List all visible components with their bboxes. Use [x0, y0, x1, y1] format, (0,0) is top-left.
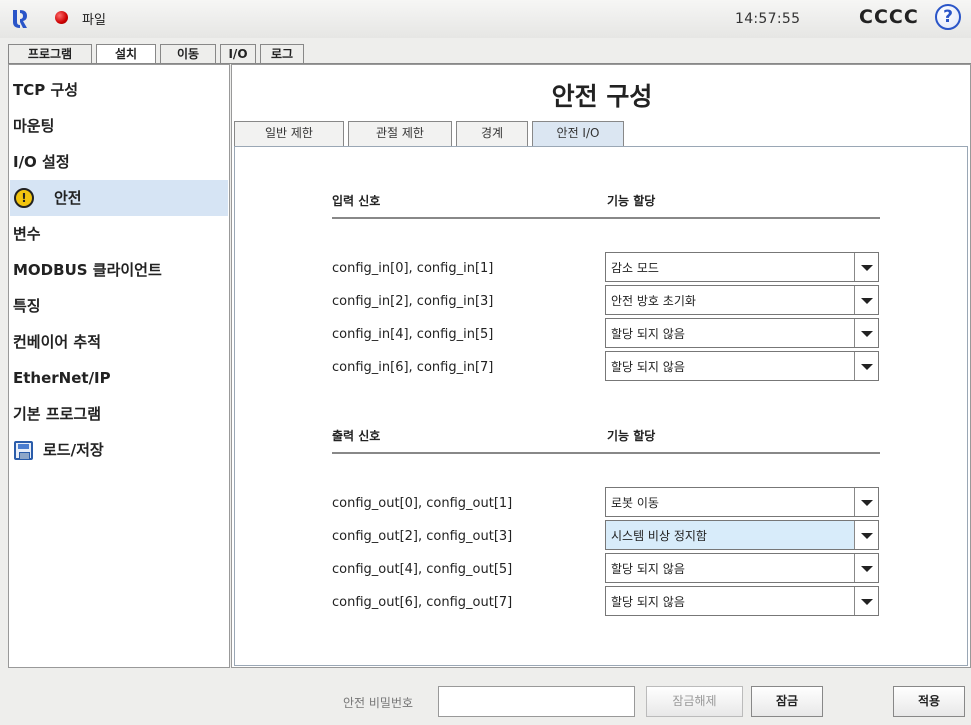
input-function-dropdown[interactable]: 감소 모드	[605, 252, 879, 282]
output-function-dropdown[interactable]: 할당 되지 않음	[605, 586, 879, 616]
file-menu[interactable]: 파일	[82, 9, 106, 28]
tab-io[interactable]: I/O	[220, 44, 256, 64]
dropdown-value: 시스템 비상 정지함	[611, 529, 707, 543]
chevron-down-icon	[861, 599, 873, 605]
input-signal-label: config_in[0], config_in[1]	[332, 261, 494, 276]
dropdown-button[interactable]	[854, 521, 878, 549]
sidebar-item-label: 안전	[54, 189, 82, 207]
subtab-general-limits[interactable]: 일반 제한	[234, 121, 344, 146]
tab-installation[interactable]: 설치	[96, 44, 156, 65]
unlock-button[interactable]: 잠금해제	[646, 686, 743, 717]
chevron-down-icon	[861, 533, 873, 539]
subtab-boundaries[interactable]: 경계	[456, 121, 528, 146]
input-function-dropdown[interactable]: 할당 되지 않음	[605, 351, 879, 381]
sidebar-item-label: 특징	[13, 297, 41, 315]
dropdown-button[interactable]	[854, 286, 878, 314]
safety-io-panel: 입력 신호 기능 할당 config_in[0], config_in[1] 감…	[234, 146, 968, 666]
dropdown-button[interactable]	[854, 352, 878, 380]
output-function-dropdown[interactable]: 할당 되지 않음	[605, 553, 879, 583]
dropdown-button[interactable]	[854, 554, 878, 582]
sidebar-item-features[interactable]: 특징	[10, 288, 228, 324]
sidebar: TCP 구성 마운팅 I/O 설정 ! 안전 변수 MODBUS 클라이언트 특…	[8, 64, 230, 668]
dropdown-value: 로봇 이동	[611, 496, 659, 510]
input-header-rule	[332, 217, 880, 219]
output-signal-label: config_out[0], config_out[1]	[332, 496, 513, 511]
sidebar-item-conveyor[interactable]: 컨베이어 추적	[10, 324, 228, 360]
sidebar-item-label: 로드/저장	[43, 441, 104, 459]
dropdown-value: 할당 되지 않음	[611, 327, 685, 341]
dropdown-value: 할당 되지 않음	[611, 595, 685, 609]
sidebar-item-variables[interactable]: 변수	[10, 216, 228, 252]
sidebar-item-label: I/O 설정	[13, 153, 70, 171]
tab-log[interactable]: 로그	[260, 44, 304, 64]
input-signal-header: 입력 신호	[332, 194, 381, 208]
output-header-rule	[332, 452, 880, 454]
sidebar-item-safety[interactable]: ! 안전	[10, 180, 228, 216]
chevron-down-icon	[861, 298, 873, 304]
dropdown-value: 감소 모드	[611, 261, 659, 275]
tab-program[interactable]: 프로그램	[8, 44, 92, 64]
sidebar-item-modbus[interactable]: MODBUS 클라이언트	[10, 252, 228, 288]
floppy-disk-icon	[14, 441, 33, 460]
chevron-down-icon	[861, 331, 873, 337]
output-signal-header: 출력 신호	[332, 429, 381, 443]
output-signal-label: config_out[2], config_out[3]	[332, 529, 513, 544]
warning-icon: !	[14, 188, 34, 208]
sidebar-item-label: 마운팅	[13, 117, 55, 135]
robot-name: CCCC	[859, 6, 919, 28]
subtab-joint-limits[interactable]: 관절 제한	[348, 121, 452, 146]
content-area: 안전 구성 일반 제한 관절 제한 경계 안전 I/O 입력 신호 기능 할당 …	[231, 64, 971, 668]
tab-move[interactable]: 이동	[160, 44, 216, 64]
output-signal-label: config_out[4], config_out[5]	[332, 562, 513, 577]
safety-password-label: 안전 비밀번호	[343, 696, 414, 710]
sidebar-item-label: 기본 프로그램	[13, 405, 102, 423]
chevron-down-icon	[861, 566, 873, 572]
top-bar	[0, 0, 971, 38]
chevron-down-icon	[861, 500, 873, 506]
page-title: 안전 구성	[551, 82, 653, 111]
output-function-dropdown[interactable]: 로봇 이동	[605, 487, 879, 517]
input-function-dropdown[interactable]: 안전 방호 초기화	[605, 285, 879, 315]
sidebar-item-mounting[interactable]: 마운팅	[10, 108, 228, 144]
dropdown-button[interactable]	[854, 587, 878, 615]
input-function-dropdown[interactable]: 할당 되지 않음	[605, 318, 879, 348]
sidebar-item-label: 변수	[13, 225, 41, 243]
sidebar-item-io-setup[interactable]: I/O 설정	[10, 144, 228, 180]
input-signal-label: config_in[4], config_in[5]	[332, 327, 494, 342]
apply-button[interactable]: 적용	[893, 686, 965, 717]
sidebar-item-default-program[interactable]: 기본 프로그램	[10, 396, 228, 432]
sidebar-item-load-save[interactable]: 로드/저장	[10, 432, 228, 468]
subtab-safety-io[interactable]: 안전 I/O	[532, 121, 624, 147]
input-signal-label: config_in[2], config_in[3]	[332, 294, 494, 309]
sidebar-item-label: MODBUS 클라이언트	[13, 261, 162, 279]
dropdown-button[interactable]	[854, 253, 878, 281]
ur-logo-icon	[13, 10, 27, 28]
dropdown-button[interactable]	[854, 488, 878, 516]
help-icon[interactable]: ?	[935, 4, 961, 30]
sidebar-item-label: TCP 구성	[13, 81, 79, 99]
input-signal-label: config_in[6], config_in[7]	[332, 360, 494, 375]
status-dot-icon[interactable]	[55, 11, 68, 24]
sidebar-item-label: 컨베이어 추적	[13, 333, 102, 351]
safety-password-input[interactable]	[438, 686, 635, 717]
clock: 14:57:55	[735, 11, 801, 27]
sidebar-item-ethernet-ip[interactable]: EtherNet/IP	[10, 360, 228, 396]
output-signal-label: config_out[6], config_out[7]	[332, 595, 513, 610]
sidebar-item-tcp[interactable]: TCP 구성	[10, 72, 228, 108]
sidebar-item-label: EtherNet/IP	[13, 369, 111, 387]
chevron-down-icon	[861, 364, 873, 370]
chevron-down-icon	[861, 265, 873, 271]
dropdown-button[interactable]	[854, 319, 878, 347]
input-function-header: 기능 할당	[607, 194, 656, 208]
lock-button[interactable]: 잠금	[751, 686, 823, 717]
dropdown-value: 할당 되지 않음	[611, 562, 685, 576]
dropdown-value: 안전 방호 초기화	[611, 294, 696, 308]
output-function-header: 기능 할당	[607, 429, 656, 443]
output-function-dropdown[interactable]: 시스템 비상 정지함	[605, 520, 879, 550]
dropdown-value: 할당 되지 않음	[611, 360, 685, 374]
